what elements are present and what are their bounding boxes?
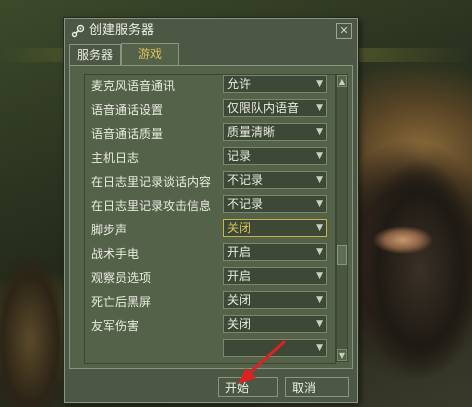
setting-row-host-log: 主机日志 记录 ▼ <box>85 145 335 169</box>
setting-dropdown-log-attack[interactable]: 不记录 ▼ <box>223 195 327 213</box>
setting-label: 脚步声 <box>91 223 128 237</box>
setting-label: 观察员选项 <box>91 271 152 285</box>
dropdown-value: 仅限队内语音 <box>227 101 300 115</box>
game-settings-panel: 麦克风语音通讯 允许 ▼ 语音通话设置 仅限队内语音 ▼ 语音通话质量 质量清晰… <box>69 65 353 369</box>
setting-label: 死亡后黑屏 <box>91 295 152 309</box>
chevron-down-icon: ▼ <box>316 343 323 353</box>
setting-dropdown-spectator[interactable]: 开启 ▼ <box>223 267 327 285</box>
tab-server[interactable]: 服务器 <box>69 44 121 65</box>
chevron-down-icon: ▼ <box>316 319 323 329</box>
setting-row-mic: 麦克风语音通讯 允许 ▼ <box>85 75 335 97</box>
background-soldier-right <box>360 120 472 407</box>
close-button[interactable]: ✕ <box>336 23 352 39</box>
setting-dropdown-fade-to-black[interactable]: 关闭 ▼ <box>223 291 327 309</box>
tab-game[interactable]: 游戏 <box>121 43 179 66</box>
chevron-down-icon: ▼ <box>316 247 323 257</box>
setting-label: 麦克风语音通讯 <box>91 79 176 93</box>
dropdown-value: 开启 <box>227 269 252 283</box>
setting-dropdown-footsteps[interactable]: 关闭 ▼ <box>223 219 327 237</box>
setting-row-friendly-fire: 友军伤害 关闭 ▼ <box>85 313 335 337</box>
background-soldier-left <box>0 230 70 407</box>
scroll-down-arrow-icon[interactable]: ▼ <box>337 349 347 361</box>
setting-row-log-chat: 在日志里记录谈话内容 不记录 ▼ <box>85 169 335 193</box>
chevron-down-icon: ▼ <box>316 79 323 89</box>
settings-list: 麦克风语音通讯 允许 ▼ 语音通话设置 仅限队内语音 ▼ 语音通话质量 质量清晰… <box>84 74 336 364</box>
dropdown-value: 质量清晰 <box>227 125 276 139</box>
dropdown-value: 关闭 <box>227 317 252 331</box>
chevron-down-icon: ▼ <box>316 103 323 113</box>
title-bar[interactable]: 创建服务器 ✕ <box>65 19 357 43</box>
setting-label: 主机日志 <box>91 151 140 165</box>
dialog-title: 创建服务器 <box>89 23 155 38</box>
setting-row-fade-to-black: 死亡后黑屏 关闭 ▼ <box>85 289 335 313</box>
chevron-down-icon: ▼ <box>316 199 323 209</box>
scroll-up-arrow-icon[interactable]: ▲ <box>337 75 347 87</box>
setting-label: 友军伤害 <box>91 319 140 333</box>
create-server-dialog: 创建服务器 ✕ 服务器 游戏 麦克风语音通讯 允许 ▼ 语音通话设置 仅限队内语… <box>64 18 358 403</box>
setting-dropdown-voice-quality[interactable]: 质量清晰 ▼ <box>223 123 327 141</box>
settings-scrollbar[interactable]: ▲ ▼ <box>336 74 348 362</box>
setting-dropdown-friendly-fire[interactable]: 关闭 ▼ <box>223 315 327 333</box>
chevron-down-icon: ▼ <box>316 295 323 305</box>
setting-dropdown-voice-mode[interactable]: 仅限队内语音 ▼ <box>223 99 327 117</box>
setting-label: 语音通话质量 <box>91 127 164 141</box>
chevron-down-icon: ▼ <box>316 127 323 137</box>
setting-dropdown-flashlight[interactable]: 开启 ▼ <box>223 243 327 261</box>
setting-row-spectator: 观察员选项 开启 ▼ <box>85 265 335 289</box>
setting-dropdown-log-chat[interactable]: 不记录 ▼ <box>223 171 327 189</box>
dropdown-value: 不记录 <box>227 197 264 211</box>
chevron-down-icon: ▼ <box>316 223 323 233</box>
chevron-down-icon: ▼ <box>316 151 323 161</box>
setting-label: 战术手电 <box>91 247 140 261</box>
chevron-down-icon: ▼ <box>316 175 323 185</box>
setting-row-flashlight: 战术手电 开启 ▼ <box>85 241 335 265</box>
setting-label: 在日志里记录攻击信息 <box>91 199 212 213</box>
steam-icon <box>71 24 85 38</box>
setting-row-voice-quality: 语音通话质量 质量清晰 ▼ <box>85 121 335 145</box>
setting-dropdown-mic[interactable]: 允许 ▼ <box>223 75 327 93</box>
close-icon: ✕ <box>339 24 349 37</box>
start-button[interactable]: 开始 <box>218 377 278 397</box>
dropdown-value: 开启 <box>227 245 252 259</box>
dropdown-value: 关闭 <box>227 293 252 307</box>
setting-row-log-attack: 在日志里记录攻击信息 不记录 ▼ <box>85 193 335 217</box>
dropdown-value: 记录 <box>227 149 252 163</box>
setting-row-voice-mode: 语音通话设置 仅限队内语音 ▼ <box>85 97 335 121</box>
setting-dropdown-host-log[interactable]: 记录 ▼ <box>223 147 327 165</box>
setting-dropdown-partial[interactable]: ▼ <box>223 339 327 357</box>
scroll-thumb[interactable] <box>337 245 347 265</box>
setting-row-partial: ▼ <box>85 337 335 361</box>
background-soldier-face <box>368 220 438 260</box>
dropdown-value: 允许 <box>227 77 252 91</box>
setting-label: 语音通话设置 <box>91 103 164 117</box>
cancel-button[interactable]: 取消 <box>285 377 349 397</box>
chevron-down-icon: ▼ <box>316 271 323 281</box>
setting-row-footsteps: 脚步声 关闭 ▼ <box>85 217 335 241</box>
dropdown-value: 不记录 <box>227 173 264 187</box>
dropdown-value: 关闭 <box>227 221 252 235</box>
setting-label: 在日志里记录谈话内容 <box>91 175 212 189</box>
